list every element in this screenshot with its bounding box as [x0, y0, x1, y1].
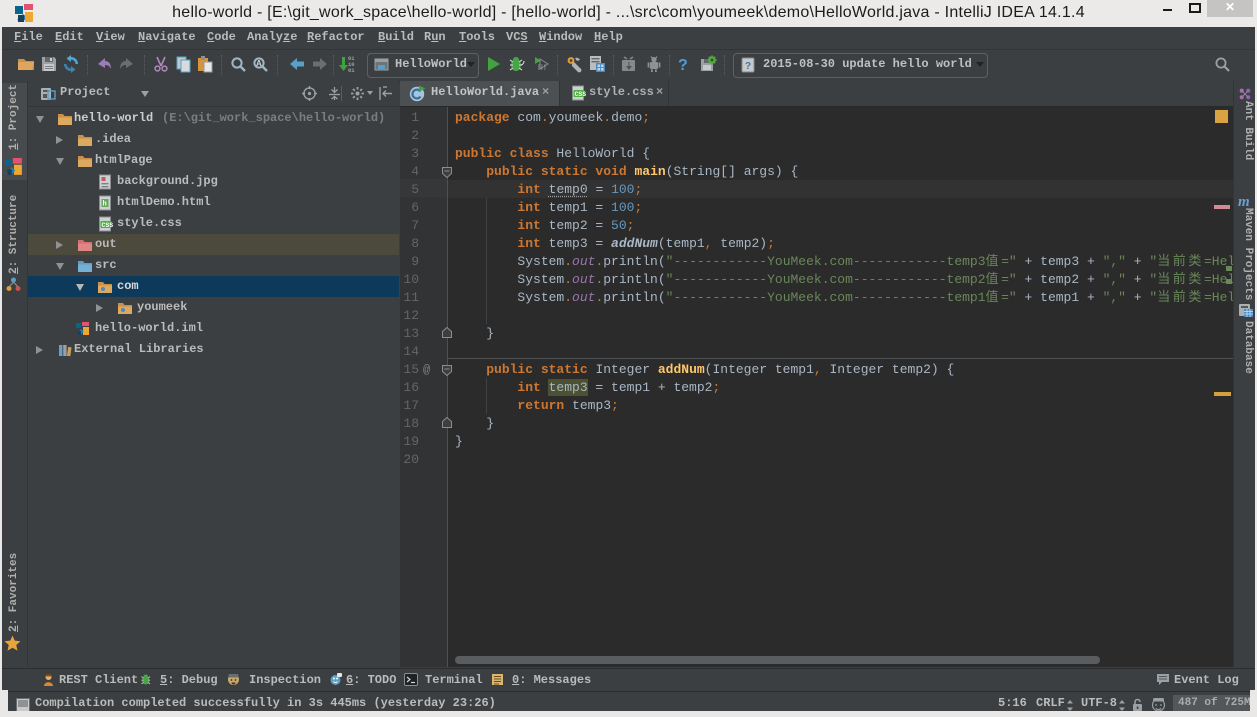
svg-text:01: 01	[348, 67, 355, 73]
svg-text:A: A	[256, 59, 262, 68]
svg-text:?: ?	[678, 57, 688, 73]
svg-text:m: m	[1238, 194, 1250, 208]
svg-text:h: h	[103, 201, 107, 209]
svg-text:?: ?	[745, 61, 751, 72]
